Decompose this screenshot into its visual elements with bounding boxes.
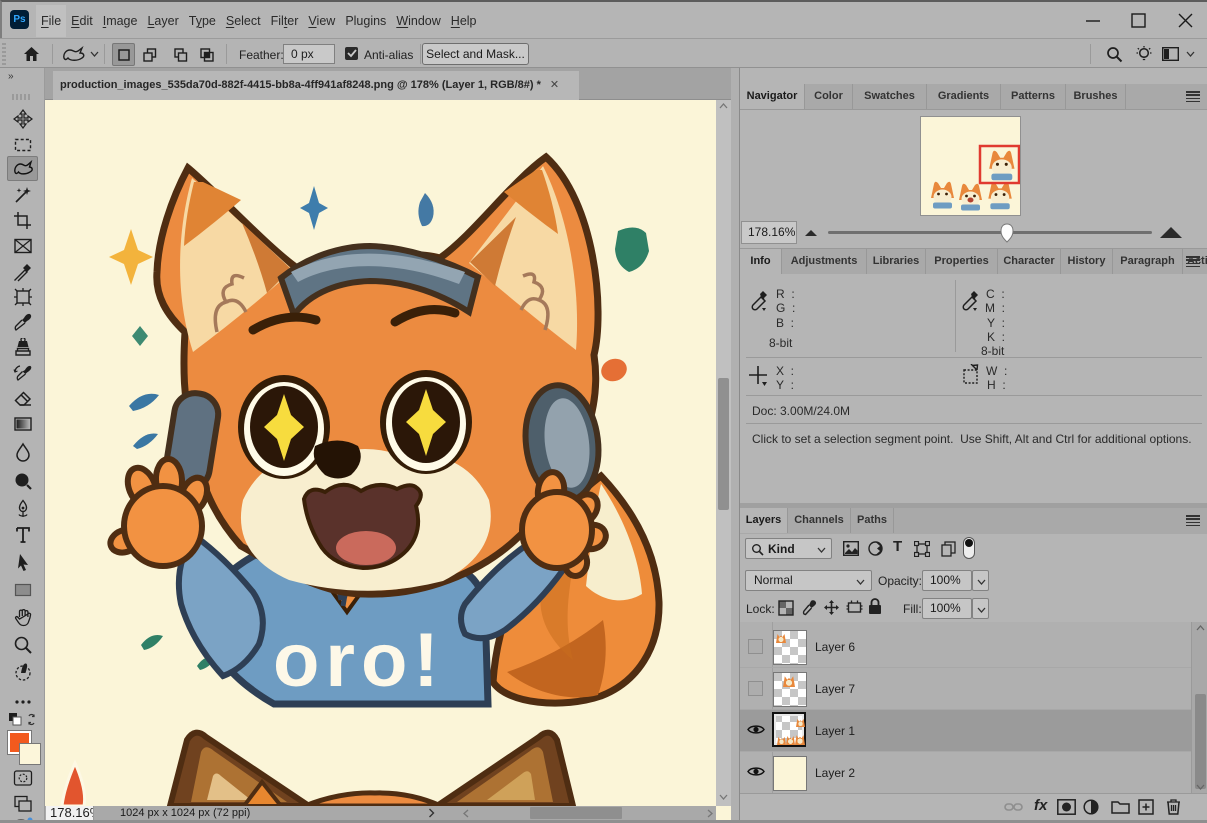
svg-text:oro!: oro! xyxy=(273,618,445,703)
